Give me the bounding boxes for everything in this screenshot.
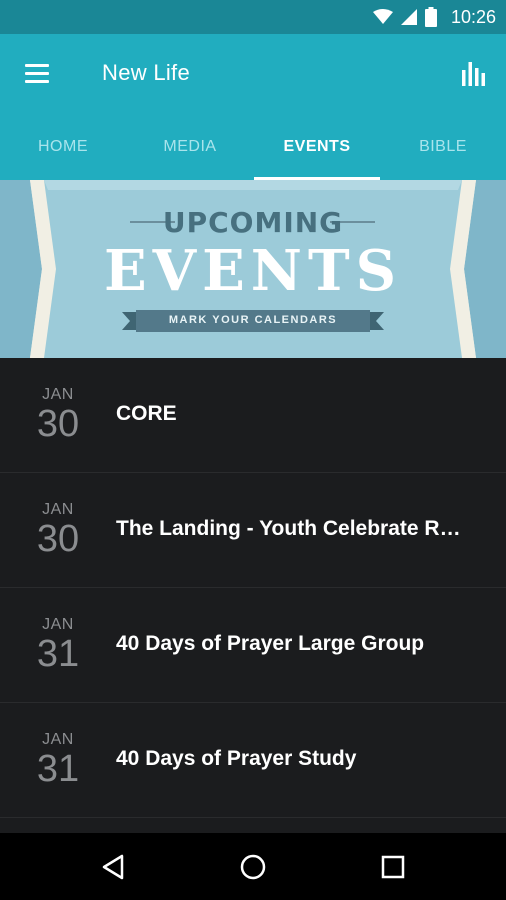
banner-heading: UPCOMING xyxy=(162,206,344,239)
event-day: 31 xyxy=(36,748,80,790)
event-row[interactable]: JAN 30 CORE xyxy=(0,358,506,473)
event-day: 30 xyxy=(36,518,80,560)
recents-icon[interactable] xyxy=(376,850,410,884)
system-nav-bar xyxy=(0,833,506,900)
event-title: 40 Days of Prayer Large Group xyxy=(116,632,425,655)
event-title: CORE xyxy=(116,402,177,425)
tab-home[interactable]: HOME xyxy=(0,114,126,180)
app-title: New Life xyxy=(102,60,190,85)
event-row[interactable]: JAN 31 40 Days of Prayer Study xyxy=(0,703,506,818)
battery-icon xyxy=(424,7,437,27)
event-row[interactable]: JAN 31 40 Days of Prayer Large Group xyxy=(0,588,506,703)
banner-title: EVENTS xyxy=(103,238,403,304)
status-bar: 10:26 xyxy=(0,0,506,34)
hamburger-menu-icon[interactable] xyxy=(22,60,52,88)
event-title: 40 Days of Prayer Study xyxy=(116,747,357,770)
tab-bar: HOME MEDIA EVENTS BIBLE xyxy=(0,114,506,180)
back-icon[interactable] xyxy=(96,850,130,884)
app-bar: New Life xyxy=(0,34,506,114)
banner-ribbon-text: MARK YOUR CALENDARS xyxy=(168,314,338,326)
event-day: 30 xyxy=(36,403,80,445)
bar-chart-icon[interactable] xyxy=(460,58,490,88)
status-time: 10:26 xyxy=(450,6,496,27)
wifi-icon xyxy=(372,9,393,25)
upcoming-events-banner: UPCOMING EVENTS MARK YOUR CALENDARS xyxy=(0,180,506,358)
event-day: 31 xyxy=(36,633,80,675)
signal-icon xyxy=(400,9,417,25)
home-icon[interactable] xyxy=(236,850,270,884)
tab-media[interactable]: MEDIA xyxy=(127,114,253,180)
event-title: The Landing - Youth Celebrate R… xyxy=(116,517,461,540)
tab-bible[interactable]: BIBLE xyxy=(380,114,506,180)
event-row[interactable]: JAN 30 The Landing - Youth Celebrate R… xyxy=(0,473,506,588)
tab-events[interactable]: EVENTS xyxy=(254,114,380,180)
event-list: JAN 30 CORE JAN 30 The Landing - Youth C… xyxy=(0,358,506,833)
